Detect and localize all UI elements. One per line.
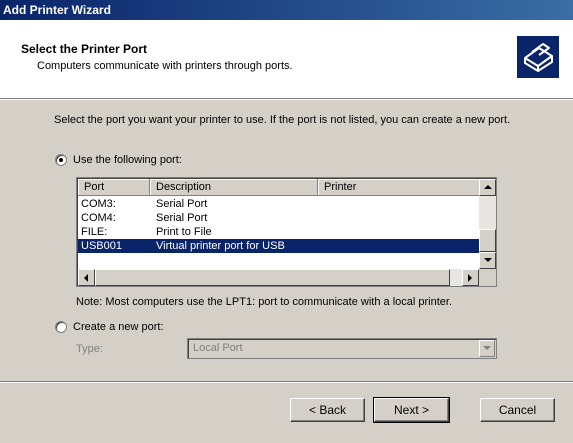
port-cell: USB001 xyxy=(81,240,122,252)
port-row-usb001[interactable]: USB001 Virtual printer port for USB xyxy=(78,239,480,253)
next-button[interactable]: Next > xyxy=(373,397,450,423)
footer-divider-highlight xyxy=(0,382,573,383)
list-rows: COM3: Serial Port COM4: Serial Port FILE… xyxy=(78,197,480,253)
scroll-up-button[interactable] xyxy=(479,179,496,196)
arrow-down-icon xyxy=(484,258,492,262)
printer-cell xyxy=(318,197,480,211)
note-text: Note: Most computers use the LPT1: port … xyxy=(76,296,453,308)
arrow-right-icon xyxy=(468,274,472,282)
window-title: Add Printer Wizard xyxy=(3,3,111,17)
description-cell: Serial Port xyxy=(156,198,208,210)
title-bar[interactable]: Add Printer Wizard xyxy=(0,0,573,20)
type-label: Type: xyxy=(76,343,103,355)
port-type-select[interactable]: Local Port xyxy=(187,338,497,359)
header-subtitle: Computers communicate with printers thro… xyxy=(37,60,293,72)
arrow-up-icon xyxy=(484,185,492,189)
column-header-description[interactable]: Description xyxy=(150,179,318,196)
header-divider xyxy=(0,99,573,100)
vertical-scrollbar[interactable] xyxy=(479,179,496,269)
horizontal-scroll-thumb[interactable] xyxy=(95,269,450,286)
description-cell: Virtual printer port for USB xyxy=(156,240,285,252)
description-cell: Serial Port xyxy=(156,212,208,224)
wizard-header: Select the Printer Port Computers commun… xyxy=(0,20,573,99)
scroll-right-button[interactable] xyxy=(462,269,479,286)
chevron-down-icon xyxy=(483,346,491,350)
port-row-com3[interactable]: COM3: Serial Port xyxy=(78,197,480,211)
vertical-scroll-thumb[interactable] xyxy=(479,229,496,252)
port-cell: COM4: xyxy=(81,212,116,224)
create-port-option[interactable]: Create a new port: xyxy=(55,321,164,333)
horizontal-scrollbar[interactable] xyxy=(78,269,479,286)
header-title: Select the Printer Port xyxy=(21,42,148,56)
dropdown-button[interactable] xyxy=(479,340,495,357)
port-row-com4[interactable]: COM4: Serial Port xyxy=(78,211,480,225)
scroll-down-button[interactable] xyxy=(479,252,496,269)
list-header: Port Description Printer xyxy=(78,179,480,196)
port-list[interactable]: Port Description Printer COM3: Serial Po… xyxy=(76,177,497,287)
column-header-port[interactable]: Port xyxy=(78,179,150,196)
scroll-corner xyxy=(479,269,496,286)
instruction-text: Select the port you want your printer to… xyxy=(54,114,511,126)
port-type-value: Local Port xyxy=(193,342,243,354)
back-button[interactable]: < Back xyxy=(290,398,365,422)
cancel-button[interactable]: Cancel xyxy=(480,398,555,422)
use-port-radio[interactable] xyxy=(55,154,67,166)
printer-cell xyxy=(318,225,480,239)
printer-cell xyxy=(318,239,480,253)
scroll-left-button[interactable] xyxy=(78,269,95,286)
description-cell: Print to File xyxy=(156,226,212,238)
printer-icon xyxy=(517,36,559,78)
column-header-printer[interactable]: Printer xyxy=(318,179,480,196)
port-row-file[interactable]: FILE: Print to File xyxy=(78,225,480,239)
port-cell: COM3: xyxy=(81,198,116,210)
use-port-label: Use the following port: xyxy=(73,154,182,166)
printer-cell xyxy=(318,211,480,225)
arrow-left-icon xyxy=(84,274,88,282)
create-port-label: Create a new port: xyxy=(73,321,164,333)
port-cell: FILE: xyxy=(81,226,108,238)
wizard-window: Add Printer Wizard Select the Printer Po… xyxy=(0,0,573,443)
use-port-option[interactable]: Use the following port: xyxy=(55,154,182,166)
create-port-radio[interactable] xyxy=(55,321,67,333)
